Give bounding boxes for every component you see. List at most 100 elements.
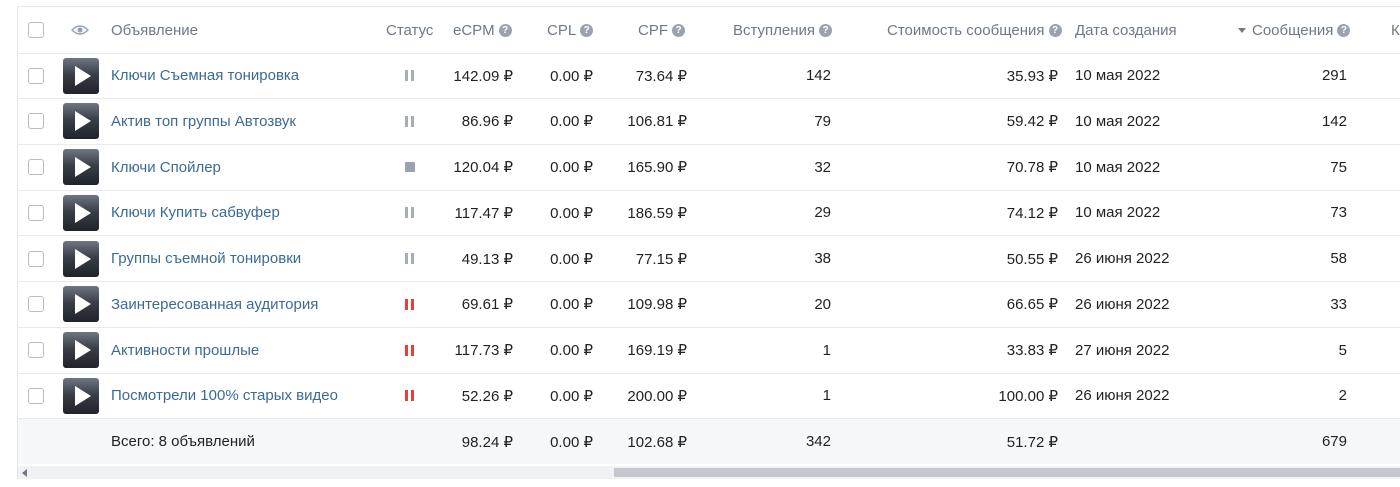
ad-thumbnail[interactable] (63, 53, 99, 98)
table-row[interactable]: Ключи Купить сабвуфер 117.47 ₽ 0.00 ₽ 186.5… (18, 190, 1400, 237)
row-checkbox[interactable] (28, 387, 44, 404)
totals-label: Всего: 8 объявлений (111, 433, 255, 450)
cpf-cell: 106.81 ₽ (627, 113, 687, 131)
horizontal-scrollbar[interactable] (18, 466, 1400, 479)
messages-cell: 291 (1321, 67, 1347, 84)
col-cpl[interactable]: CPL? (547, 7, 594, 53)
status-toggle[interactable] (405, 373, 414, 418)
table-row[interactable]: Ключи Съемная тонировка 142.09 ₽ 0.00 ₽ 73.… (18, 53, 1400, 99)
row-select-cell (28, 145, 44, 190)
ad-name-link[interactable]: Ключи Съемная тонировка (111, 67, 299, 84)
ecpm-cell: 49.13 ₽ (461, 250, 513, 268)
ad-name-link[interactable]: Посмотрели 100% старых видео (111, 387, 338, 404)
help-icon[interactable]: ? (819, 23, 833, 37)
cpl-cell: 0.00 ₽ (550, 296, 593, 314)
row-select-cell (28, 373, 44, 418)
col-status[interactable]: Статус (386, 7, 433, 53)
table-row[interactable]: Актив топ группы Автозвук 86.96 ₽ 0.00 ₽ 10… (18, 99, 1400, 145)
ad-thumbnail[interactable] (63, 99, 99, 144)
col-msg-cost[interactable]: Стоимость сообщения? (887, 7, 1062, 53)
cpl-cell: 0.00 ₽ (550, 113, 593, 131)
col-ad[interactable]: Объявление (111, 7, 198, 53)
status-toggle[interactable] (405, 236, 414, 281)
row-checkbox[interactable] (28, 159, 44, 175)
ecpm-cell: 117.47 ₽ (454, 204, 513, 222)
ad-name-cell: Ключи Съемная тонировка (111, 53, 299, 98)
table-row[interactable]: Группы съемной тонировки 49.13 ₽ 0.00 ₽ 77.… (18, 236, 1400, 282)
created-date-cell: 26 июня 2022 (1075, 295, 1170, 313)
ad-thumbnail[interactable] (63, 236, 99, 281)
row-checkbox[interactable] (28, 204, 44, 221)
joins-cell: 20 (814, 295, 831, 313)
ad-thumbnail[interactable] (63, 373, 99, 418)
status-toggle[interactable] (405, 190, 414, 235)
created-date-cell: 26 июня 2022 (1075, 387, 1170, 405)
totals-messages: 679 (1321, 433, 1347, 450)
col-ecpm[interactable]: eCPM? (453, 7, 512, 53)
cpl-cell: 0.00 ₽ (550, 67, 593, 85)
row-checkbox[interactable] (28, 250, 44, 267)
help-icon[interactable]: ? (1337, 23, 1351, 37)
video-thumbnail-icon (63, 57, 99, 94)
totals-ecpm: 98.24 ₽ (461, 433, 513, 451)
row-checkbox[interactable] (28, 67, 44, 84)
msg-cost-cell: 50.55 ₽ (1006, 250, 1058, 268)
ads-table: Объявление Статус eCPM? CPL? CPF? Вступл… (17, 6, 1400, 479)
ad-name-cell: Группы съемной тонировки (111, 236, 301, 281)
status-toggle[interactable] (405, 282, 414, 327)
table-row[interactable]: Ключи Спойлер 120.04 ₽ 0.00 ₽ 165.90 ₽ 32 70.… (18, 145, 1400, 191)
table-row[interactable]: Заинтересованная аудитория 69.61 ₽ 0.00 ₽ 1… (18, 282, 1400, 328)
ad-name-link[interactable]: Заинтересованная аудитория (111, 296, 318, 313)
help-icon[interactable]: ? (498, 23, 512, 37)
messages-cell: 73 (1330, 204, 1347, 222)
row-checkbox[interactable] (28, 113, 44, 130)
eye-icon[interactable] (71, 7, 89, 53)
cpf-cell: 169.19 ₽ (627, 342, 687, 359)
ad-thumbnail[interactable] (63, 145, 99, 190)
help-icon[interactable]: ? (580, 23, 594, 37)
video-thumbnail-icon (63, 149, 99, 185)
video-thumbnail-icon (63, 194, 99, 231)
row-checkbox[interactable] (28, 296, 44, 313)
ad-thumbnail[interactable] (63, 328, 99, 373)
video-thumbnail-icon (63, 103, 99, 140)
row-checkbox[interactable] (28, 342, 44, 358)
ad-name-link[interactable]: Ключи Спойлер (111, 159, 221, 176)
msg-cost-cell: 33.83 ₽ (1006, 342, 1058, 359)
cpf-cell: 200.00 ₽ (627, 387, 687, 405)
ad-name-link[interactable]: Ключи Купить сабвуфер (111, 204, 280, 221)
col-created[interactable]: Дата создания (1075, 7, 1177, 53)
msg-cost-cell: 74.12 ₽ (1006, 204, 1058, 222)
totals-cpf: 102.68 ₽ (627, 433, 687, 451)
ad-name-link[interactable]: Актив топ группы Автозвук (111, 113, 296, 130)
col-cpf[interactable]: CPF? (638, 7, 685, 53)
joins-cell: 142 (805, 67, 831, 84)
ad-thumbnail[interactable] (63, 190, 99, 235)
ad-name-cell: Заинтересованная аудитория (111, 282, 318, 327)
ad-name-link[interactable]: Активности прошлые (111, 342, 259, 359)
totals-cpl: 0.00 ₽ (550, 433, 593, 451)
table-row[interactable]: Активности прошлые 117.73 ₽ 0.00 ₽ 169.19 ₽… (18, 328, 1400, 374)
help-icon[interactable]: ? (1048, 23, 1062, 37)
scroll-left-icon[interactable] (22, 469, 27, 477)
cpl-cell: 0.00 ₽ (550, 250, 593, 268)
ecpm-cell: 117.73 ₽ (454, 342, 513, 359)
table-row[interactable]: Посмотрели 100% старых видео 52.26 ₽ 0.00 … (18, 373, 1400, 420)
stop-icon (405, 162, 415, 172)
pause-icon (405, 298, 414, 310)
col-joins[interactable]: Вступления? (733, 7, 833, 53)
ad-name-link[interactable]: Группы съемной тонировки (111, 250, 301, 267)
col-next[interactable]: К (1391, 7, 1400, 53)
ad-name-cell: Ключи Купить сабвуфер (111, 190, 280, 235)
status-toggle[interactable] (405, 53, 414, 98)
status-toggle[interactable] (405, 328, 414, 373)
scrollbar-thumb[interactable] (614, 468, 1400, 477)
help-icon[interactable]: ? (672, 23, 685, 37)
select-all-checkbox[interactable] (28, 22, 44, 38)
status-toggle[interactable] (405, 145, 415, 190)
messages-cell: 142 (1321, 112, 1347, 130)
ad-thumbnail[interactable] (63, 282, 99, 327)
status-toggle[interactable] (405, 99, 414, 144)
created-date-cell: 10 мая 2022 (1075, 158, 1161, 176)
col-messages[interactable]: Сообщения? (1238, 7, 1351, 53)
